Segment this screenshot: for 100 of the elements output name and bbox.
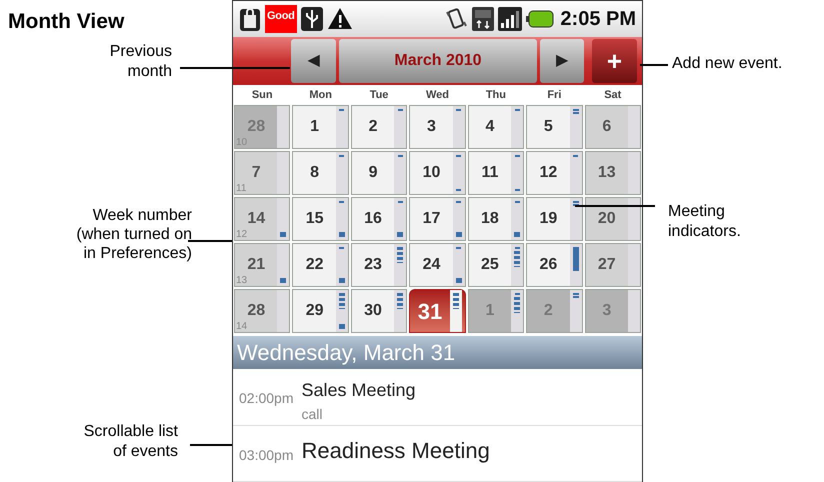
event-title: Sales Meeting xyxy=(301,379,416,402)
meeting-indicator-icon xyxy=(514,232,520,238)
meeting-indicator-icon xyxy=(456,189,462,192)
event-row[interactable]: 03:00pm Readiness Meeting xyxy=(233,426,642,482)
day-cell[interactable]: 15 xyxy=(292,197,349,242)
callout-text: Add new event. xyxy=(672,54,782,74)
day-number: 21 xyxy=(247,255,266,276)
meeting-indicator-icon xyxy=(339,201,344,204)
usb-icon xyxy=(300,6,323,31)
day-cell[interactable]: 30 xyxy=(350,289,408,334)
meeting-indicator-icon xyxy=(514,155,520,158)
meeting-indicator-icon xyxy=(456,155,462,158)
bag-icon xyxy=(239,6,261,31)
day-cell[interactable]: 31 xyxy=(409,289,466,334)
event-row[interactable]: 02:00pm Sales Meeting call xyxy=(233,369,642,426)
day-cell[interactable]: 23 xyxy=(350,243,408,288)
day-cell[interactable]: 16 xyxy=(350,197,408,242)
week-number: 13 xyxy=(236,276,248,286)
day-number: 4 xyxy=(485,117,494,138)
meeting-indicator-icon xyxy=(514,189,520,192)
callout-text: Scrollable list of events xyxy=(84,422,178,462)
day-number: 6 xyxy=(602,117,612,138)
day-cell[interactable]: 17 xyxy=(409,197,466,242)
day-cell[interactable]: 27 xyxy=(584,243,641,288)
meeting-indicator-icon xyxy=(456,109,462,112)
meeting-indicator-icon xyxy=(514,109,520,112)
day-cell[interactable]: 4 xyxy=(468,105,524,150)
day-cell[interactable]: 21 13 xyxy=(234,243,290,288)
day-cell[interactable]: 9 xyxy=(350,151,408,196)
day-number: 10 xyxy=(422,163,440,184)
network-icon xyxy=(472,6,494,31)
meeting-indicator-icon xyxy=(397,232,404,238)
day-cell[interactable]: 28 14 xyxy=(234,289,290,334)
day-number: 12 xyxy=(539,163,558,184)
day-cell[interactable]: 18 xyxy=(468,197,524,242)
meeting-indicator-icon xyxy=(338,232,345,238)
day-cell[interactable]: 3 xyxy=(409,105,466,150)
leader-line xyxy=(640,64,668,66)
day-number: 29 xyxy=(306,301,324,322)
day-cell[interactable]: 13 xyxy=(584,151,641,196)
meeting-indicator-icon xyxy=(339,109,344,112)
meeting-indicator-icon xyxy=(456,201,462,204)
week-number: 14 xyxy=(236,322,248,332)
meeting-indicator-icon xyxy=(514,247,520,250)
page-title: Month View xyxy=(8,9,124,35)
event-title: Readiness Meeting xyxy=(301,437,490,466)
day-number: 8 xyxy=(310,163,320,184)
meeting-indicator-icon xyxy=(573,155,578,158)
day-number: 1 xyxy=(310,117,320,138)
day-cell[interactable]: 26 xyxy=(526,243,583,288)
meeting-indicator-icon xyxy=(338,324,345,330)
day-cell[interactable]: 19 xyxy=(526,197,583,242)
meeting-indicator-icon xyxy=(397,247,404,264)
day-cell[interactable]: 7 11 xyxy=(234,151,290,196)
day-cell[interactable]: 1 xyxy=(292,105,349,150)
weekday-label: Sun xyxy=(250,88,274,104)
day-cell[interactable]: 6 xyxy=(584,105,641,150)
day-number: 11 xyxy=(481,163,498,184)
meeting-indicator-icon xyxy=(280,278,286,284)
event-time: 02:00pm xyxy=(239,389,294,408)
day-cell[interactable]: 25 xyxy=(468,243,524,288)
week-number: 11 xyxy=(236,184,246,194)
day-number: 24 xyxy=(422,255,440,276)
day-cell[interactable]: 24 xyxy=(409,243,466,288)
month-title-button[interactable]: March 2010 xyxy=(339,39,537,84)
meeting-indicator-icon xyxy=(339,155,344,158)
event-time: 03:00pm xyxy=(239,446,294,466)
weekday-label: Thu xyxy=(484,88,507,104)
day-cell[interactable]: 10 xyxy=(409,151,466,196)
leader-line xyxy=(188,240,232,242)
callout-text: Meeting indicators. xyxy=(668,202,741,242)
day-cell[interactable]: 5 xyxy=(526,105,583,150)
day-number: 25 xyxy=(481,255,499,276)
meeting-indicator-icon xyxy=(572,247,579,272)
day-number: 2 xyxy=(544,301,553,322)
meeting-indicator-icon xyxy=(514,293,520,296)
leader-line xyxy=(190,444,232,446)
meeting-indicator-icon xyxy=(280,232,286,238)
battery-icon xyxy=(526,10,554,28)
day-cell[interactable]: 2 xyxy=(350,105,408,150)
day-number: 3 xyxy=(427,117,436,138)
day-cell[interactable]: 14 12 xyxy=(234,197,290,242)
day-cell[interactable]: 20 xyxy=(584,197,641,242)
day-cell[interactable]: 29 xyxy=(292,289,349,334)
vibrate-icon xyxy=(444,6,468,31)
day-number: 28 xyxy=(247,117,266,138)
day-cell[interactable]: 12 xyxy=(526,151,583,196)
meeting-indicator-icon xyxy=(514,201,520,204)
next-month-button[interactable]: ▶ xyxy=(540,39,584,84)
meeting-indicator-icon xyxy=(338,278,345,284)
day-number: 31 xyxy=(418,298,442,326)
day-number: 22 xyxy=(306,255,324,276)
add-event-button[interactable]: + xyxy=(592,39,637,84)
previous-month-button[interactable]: ◀ xyxy=(291,39,336,84)
weekday-label: Tue xyxy=(368,88,390,104)
day-number: 20 xyxy=(598,209,616,230)
day-number: 15 xyxy=(306,209,324,230)
day-cell[interactable]: 22 xyxy=(292,243,349,288)
day-cell[interactable]: 11 xyxy=(468,151,524,196)
day-cell[interactable]: 8 xyxy=(292,151,349,196)
